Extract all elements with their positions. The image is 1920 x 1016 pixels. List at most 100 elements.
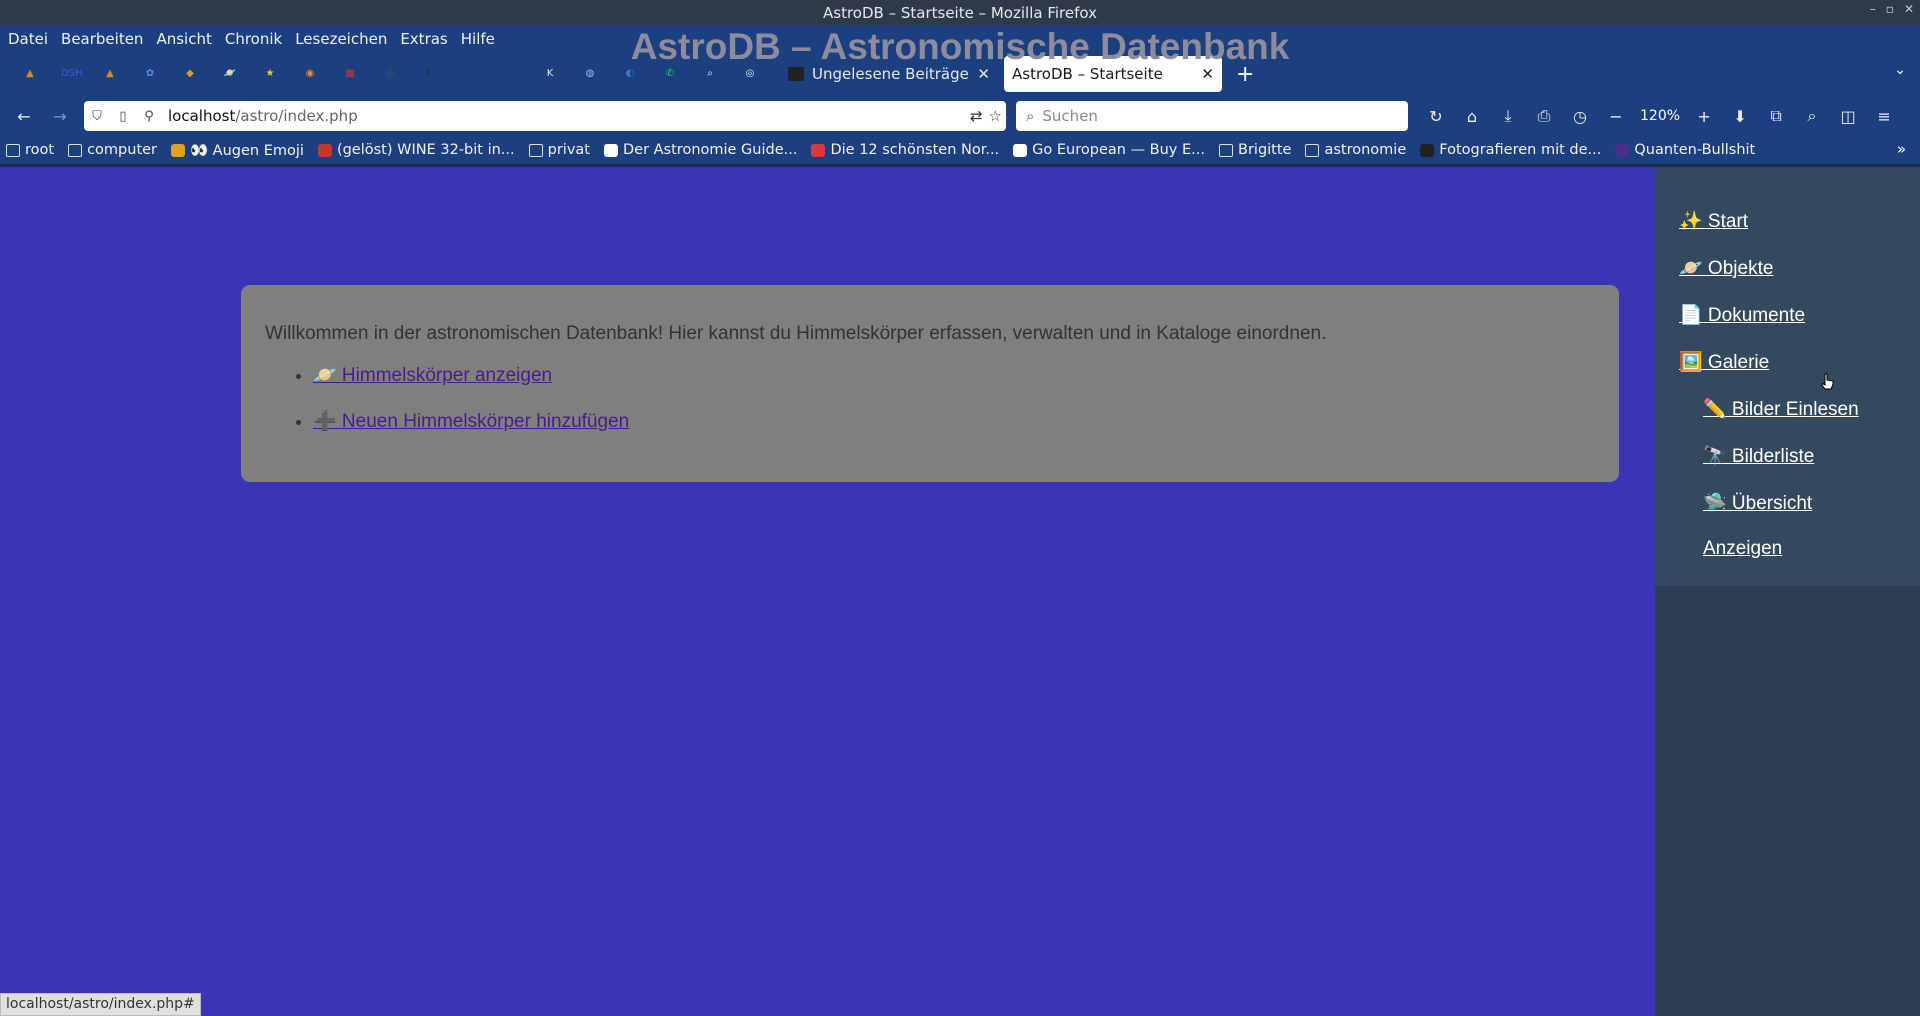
bookmark-folder[interactable]: root [6,142,54,158]
pinned-tab[interactable]: mb [450,59,490,89]
pinned-tab[interactable]: mb [490,59,530,89]
url-actions: ⇄ ☆ [970,107,1002,125]
zoom-level[interactable]: 120% [1634,108,1686,124]
menu-bearbeiten[interactable]: Bearbeiten [61,30,143,48]
print-icon[interactable]: ⎙ [1526,106,1562,126]
zoom-out-icon[interactable]: − [1598,107,1634,126]
pinned-tab[interactable]: DSH [50,59,90,89]
pinned-tab[interactable]: ⌕ [690,59,730,89]
bookmark-label: 👀 Augen Emoji [190,142,304,159]
new-tab-button[interactable]: + [1236,62,1254,87]
close-tab-icon[interactable]: ✕ [1201,65,1214,83]
url-host: localhost [168,107,236,125]
pinned-tab[interactable]: ▲ [90,59,130,89]
sidebar-item-anzeigen[interactable]: Anzeigen [1703,538,1782,560]
close-tab-icon[interactable]: ✕ [977,65,990,83]
translate-icon[interactable]: ⇄ [970,107,983,125]
nav-bar: ← → ⛉ ▯ ⚲ localhost/astro/index.php ⇄ ☆ … [0,96,1920,136]
forum-favicon-icon [788,67,804,81]
pinned-tab[interactable]: ▦ [330,59,370,89]
tracking-shield-icon[interactable]: ⛉ [84,109,110,124]
menu-bar: Datei Bearbeiten Ansicht Chronik Lesezei… [0,25,1920,52]
pinned-tab[interactable]: 🪐 [210,59,250,89]
menu-hilfe[interactable]: Hilfe [461,30,495,48]
tab-ungelesene[interactable]: Ungelesene Beiträge | Fo ✕ [780,56,998,92]
bookmark-item[interactable]: (gelöst) WINE 32-bit in... [317,142,515,158]
menu-extras[interactable]: Extras [400,30,447,48]
sidebar-item-bilder-einlesen[interactable]: ✏️ Bilder Einlesen [1703,397,1859,421]
sidebar-item-galerie[interactable]: 🖼️ Galerie [1679,350,1769,374]
url-path: /astro/index.php [235,107,358,125]
more-bookmarks-icon[interactable]: » [1897,140,1906,158]
pinned-tab[interactable]: ◐ [610,59,650,89]
bookmark-item[interactable]: Die 12 schönsten Nor... [811,142,999,158]
pinned-tab[interactable]: ✆ [650,59,690,89]
sidebar-item-uebersicht[interactable]: 🛸 Übersicht [1703,491,1812,515]
pinned-tab[interactable]: ◆ [170,59,210,89]
menu-lesezeichen[interactable]: Lesezeichen [295,30,387,48]
url-bar[interactable]: ⛉ ▯ ⚲ localhost/astro/index.php ⇄ ☆ [84,101,1006,131]
close-icon[interactable]: ✕ [1904,2,1914,16]
link-add-celestial-body[interactable]: ➕ Neuen Himmelskörper hinzufügen [313,411,629,432]
list-all-tabs-icon[interactable]: ⌄ [1894,62,1906,78]
forward-icon[interactable]: → [42,107,78,126]
menu-datei[interactable]: Datei [8,30,48,48]
pinned-tab[interactable]: ◍ [570,59,610,89]
back-icon[interactable]: ← [6,107,42,126]
tab-label: AstroDB – Startseite [1012,65,1163,83]
menu-ansicht[interactable]: Ansicht [156,30,211,48]
folder-icon [1219,143,1233,157]
sidebar-toggle-icon[interactable]: ◫ [1830,107,1866,126]
page-info-icon[interactable]: ▯ [110,109,136,124]
favicon-icon [317,143,332,157]
hamburger-menu-icon[interactable]: ≡ [1866,107,1902,126]
bookmark-item[interactable]: Fotografieren mit de... [1420,142,1601,158]
bookmark-item[interactable]: Go European — Buy E... [1013,142,1205,158]
link-show-celestial-bodies[interactable]: 🪐 Himmelskörper anzeigen [313,365,552,386]
bookmark-folder[interactable]: Brigitte [1219,142,1291,158]
bookmark-item[interactable]: 👀 Augen Emoji [171,142,304,159]
download-icon[interactable]: ⤓ [1490,106,1526,126]
whatsapp-icon: ✆ [665,68,675,79]
minimize-icon[interactable]: – [1870,2,1876,16]
permissions-icon[interactable]: ⚲ [136,109,162,124]
bookmark-folder[interactable]: privat [528,142,590,158]
search-bar[interactable]: ⌕ Suchen [1016,101,1408,131]
sidebar-item-bilderliste[interactable]: 🔭 Bilderliste [1703,444,1814,468]
list-item: ➕ Neuen Himmelskörper hinzufügen [313,409,1595,433]
bookmark-folder[interactable]: astronomie [1305,142,1406,158]
pinned-tab[interactable]: ☾ [410,59,450,89]
zoom-in-icon[interactable]: + [1686,107,1722,126]
maximize-icon[interactable]: ▫ [1886,2,1894,16]
grid-icon: ▦ [345,68,355,79]
downloads-extension-icon[interactable]: ⬇ [1722,107,1758,126]
pinned-tab[interactable]: ◎ [370,59,410,89]
bookmark-item[interactable]: Der Astronomie Guide... [603,142,797,158]
url-text[interactable]: localhost/astro/index.php [168,107,358,125]
pinned-tab[interactable]: ✿ [130,59,170,89]
planet-icon: 🪐 [223,68,237,79]
tab-bar: ▲ DSH ▲ ✿ ◆ 🪐 ★ ◉ ▦ ◎ ☾ mb mb K ◍ ◐ ✆ ⌕ ◎ Ungelesene Beitr… [0,52,1920,96]
reload-icon[interactable]: ↻ [1418,107,1454,126]
pinned-tab[interactable]: ◉ [290,59,330,89]
sidebar-item-start[interactable]: ✨ Start [1679,209,1748,233]
list-item: 🪐 Himmelskörper anzeigen [313,363,1595,387]
pinned-tab[interactable]: K [530,59,570,89]
pinned-tab[interactable]: ◎ [730,59,770,89]
history-icon[interactable]: ◷ [1562,107,1598,126]
extensions-icon[interactable]: ⧉ [1758,106,1794,126]
bookmark-folder[interactable]: computer [68,142,157,158]
tab-astrodb[interactable]: AstroDB – Startseite ✕ [1004,56,1222,92]
search-extension-icon[interactable]: ⌕ [1794,106,1830,126]
sidebar-item-objekte[interactable]: 🪐 Objekte [1679,256,1773,280]
folder-icon [6,143,20,157]
sidebar-item-dokumente[interactable]: 📄 Dokumente [1679,303,1805,327]
pinned-tab[interactable]: ★ [250,59,290,89]
home-icon[interactable]: ⌂ [1454,107,1490,126]
menu-chronik[interactable]: Chronik [225,30,282,48]
bookmark-star-icon[interactable]: ☆ [989,107,1002,125]
folder-icon [68,143,83,157]
pinned-tab[interactable]: ▲ [10,59,50,89]
pinned-tabs: ▲ DSH ▲ ✿ ◆ 🪐 ★ ◉ ▦ ◎ ☾ mb mb K ◍ ◐ ✆ ⌕ ◎ [0,59,770,89]
bookmark-item[interactable]: Quanten-Bullshit [1615,142,1755,158]
